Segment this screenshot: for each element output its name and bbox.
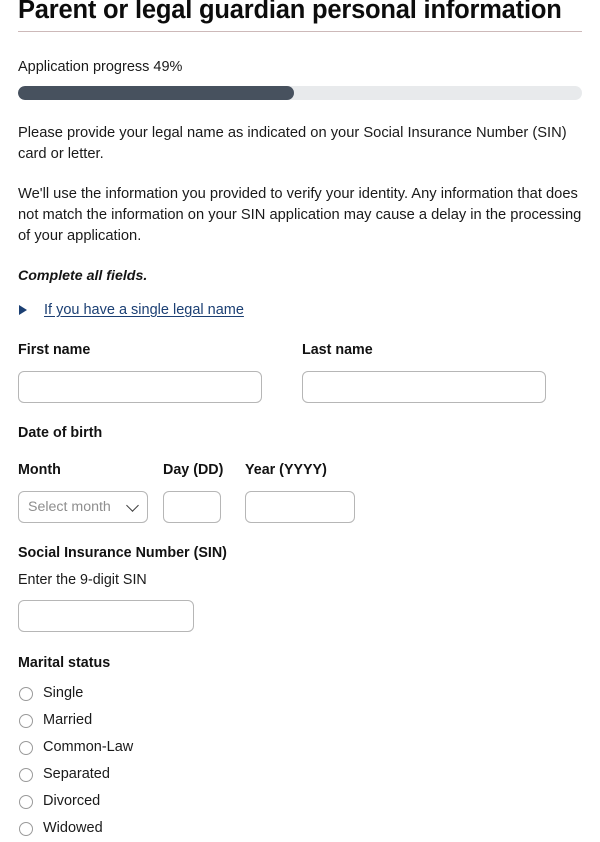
application-progress: Application progress 49% [18,58,582,100]
progress-fill [18,86,295,100]
marital-status-option[interactable]: Separated [18,761,582,788]
radio-button-icon[interactable] [19,740,33,755]
sin-heading: Social Insurance Number (SIN) [18,545,227,561]
progress-label: Application progress 49% [18,59,183,75]
radio-button-icon[interactable] [19,713,33,728]
dob-year-input[interactable] [245,491,355,523]
radio-button-icon[interactable] [19,686,33,701]
marital-status-option[interactable]: Widowed [18,815,582,842]
last-name-group: Last name [302,341,568,403]
sin-input[interactable] [18,600,194,632]
marital-status-heading: Marital status [18,655,111,671]
single-legal-name-disclosure[interactable]: If you have a single legal name [18,302,582,318]
sin-sublabel: Enter the 9-digit SIN [18,572,147,588]
marital-status-option[interactable]: Common-Law [18,734,582,761]
marital-status-option[interactable]: Divorced [18,788,582,815]
radio-button-icon[interactable] [19,794,33,809]
marital-status-option-label: Divorced [43,793,101,810]
marital-status-option-label: Common-Law [43,739,134,756]
page-title: Parent or legal guardian personal inform… [18,0,562,24]
dob-month-group: Month Select month [18,461,153,523]
single-legal-name-link[interactable]: If you have a single legal name [44,302,244,318]
last-name-label: Last name [302,342,373,358]
chevron-down-icon [126,499,139,512]
complete-all-fields-note: Complete all fields. [18,268,148,284]
intro-paragraph-2: We'll use the information you provided t… [18,186,582,244]
dob-month-selected-value: Select month [28,498,111,515]
date-of-birth-row: Month Select month Day (DD) Year (YYYY) [18,461,582,523]
first-name-input[interactable] [18,371,262,403]
triangle-right-icon [18,305,44,315]
dob-year-group: Year (YYYY) [245,461,355,523]
dob-month-select[interactable]: Select month [18,491,148,523]
marital-status-option[interactable]: Married [18,707,582,734]
first-name-group: First name [18,341,284,403]
radio-button-icon[interactable] [19,821,33,836]
date-of-birth-heading: Date of birth [18,425,103,441]
last-name-input[interactable] [302,371,546,403]
dob-month-label: Month [18,462,61,478]
dob-year-label: Year (YYYY) [245,462,327,478]
marital-status-option-label: Married [43,712,93,729]
radio-button-icon[interactable] [19,767,33,782]
title-divider [18,31,582,32]
first-name-label: First name [18,342,91,358]
intro-paragraph-1: Please provide your legal name as indica… [18,125,567,162]
form-page: Parent or legal guardian personal inform… [0,0,600,836]
dob-day-group: Day (DD) [163,461,238,523]
dob-day-label: Day (DD) [163,462,224,478]
marital-status-radio-group[interactable]: Single Married Common-Law Separated Divorced… [18,680,582,842]
marital-status-option-label: Separated [43,766,110,783]
dob-day-input[interactable] [163,491,221,523]
marital-status-option[interactable]: Single [18,680,582,707]
legal-name-row: First name Last name [18,341,582,403]
progress-track [18,86,582,100]
marital-status-option-label: Single [43,685,84,702]
